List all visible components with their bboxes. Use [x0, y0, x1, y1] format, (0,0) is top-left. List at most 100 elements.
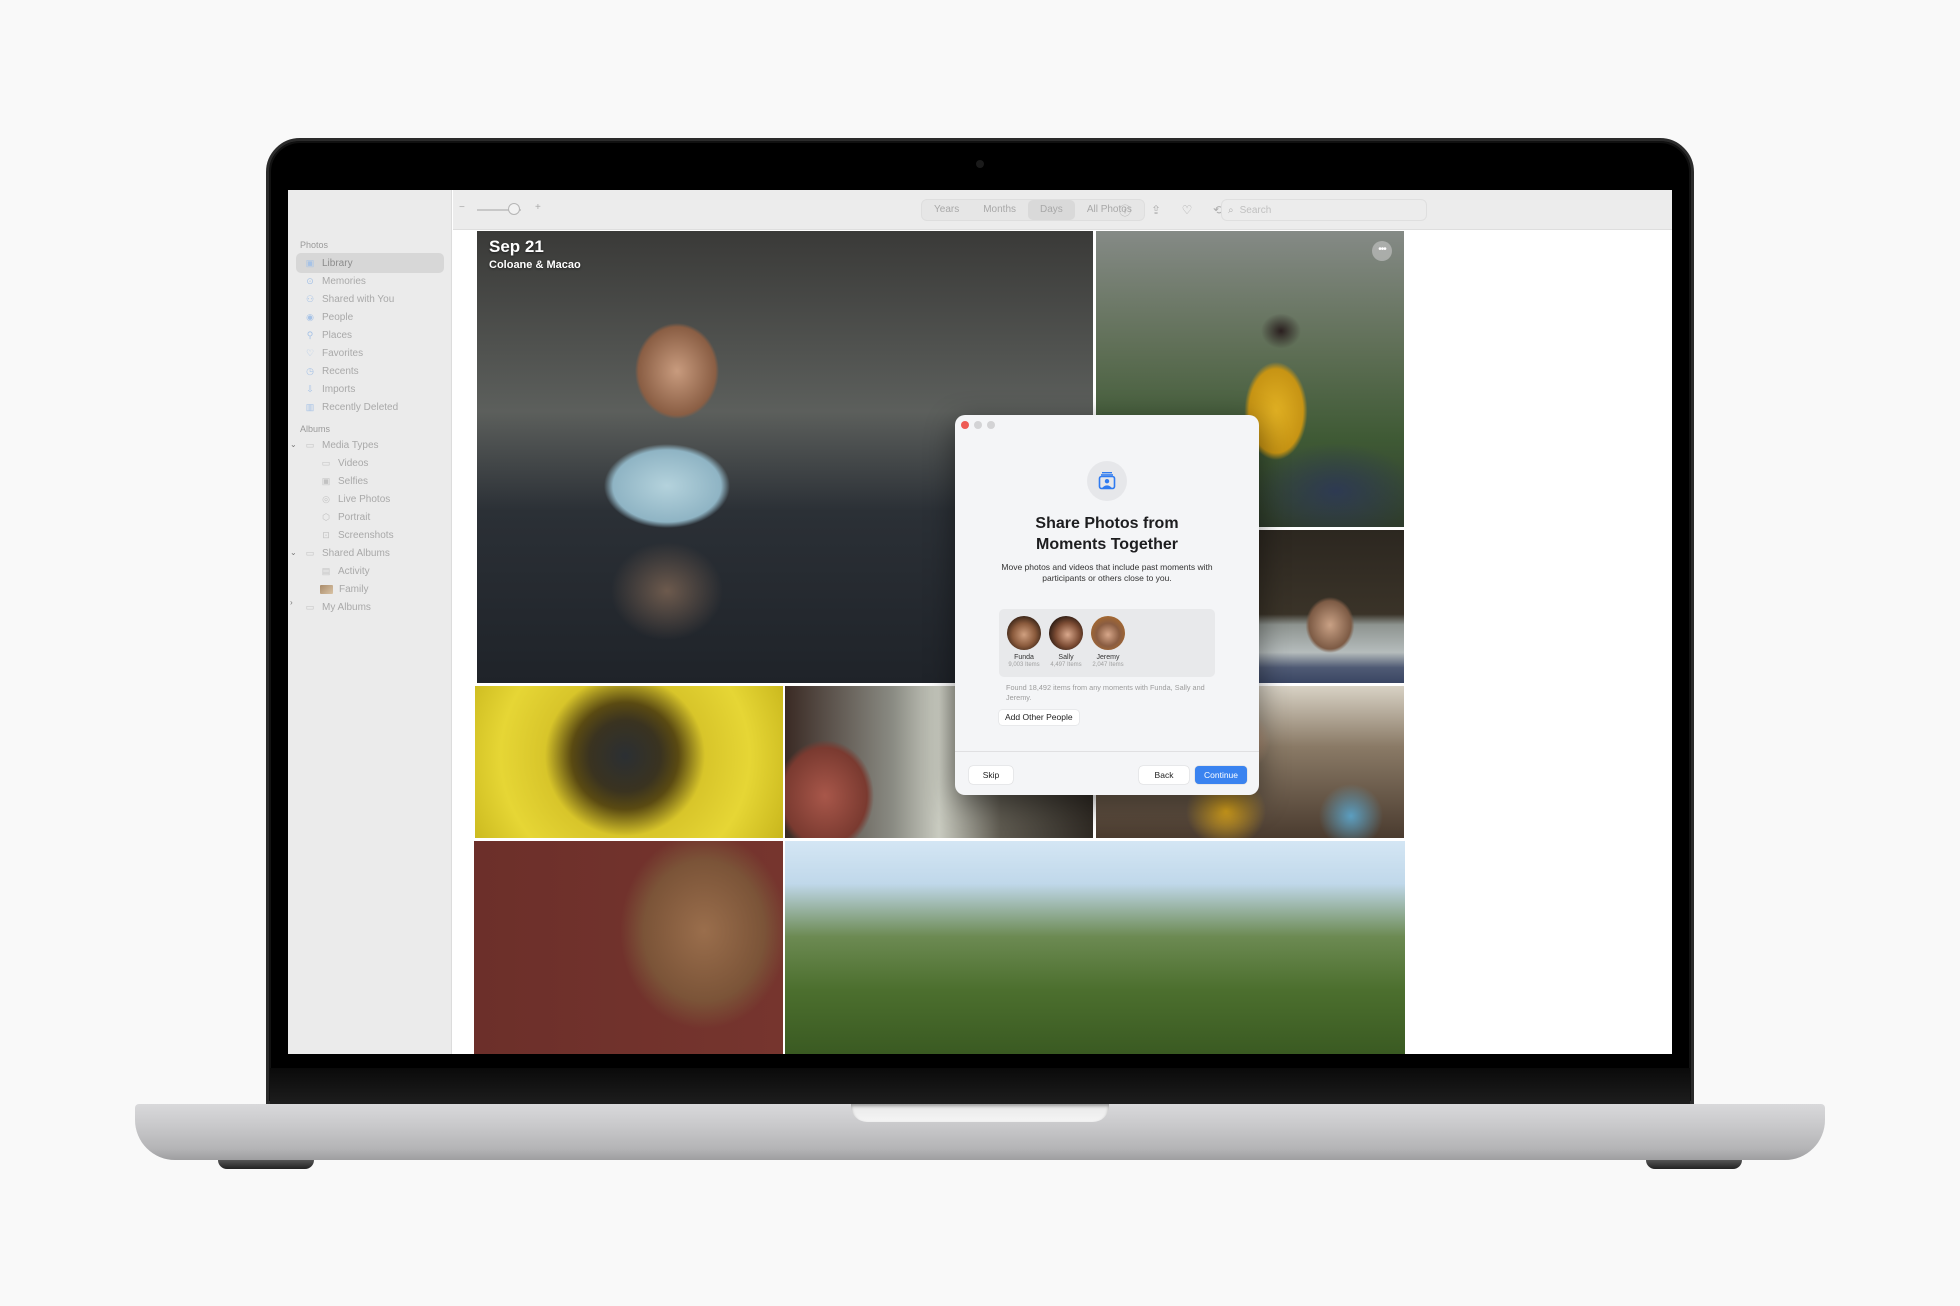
participants-list: Funda 9,003 Items Sally 4,497 Items Jere… — [999, 609, 1215, 677]
sidebar-item-portrait[interactable]: ⬡ Portrait — [296, 507, 444, 527]
activity-icon: ▤ — [321, 565, 331, 576]
sidebar-item-label: Live Photos — [338, 493, 391, 505]
import-icon: ⇩ — [306, 383, 314, 394]
chevron-right-icon[interactable]: › — [290, 598, 293, 607]
sidebar: Photos ▣ Library ⊙ Memories ⚇ Shared wit… — [288, 190, 452, 1054]
video-icon: ▭ — [321, 457, 331, 468]
live-photo-icon: ◎ — [322, 493, 330, 504]
search-placeholder: Search — [1239, 204, 1272, 216]
avatar — [1007, 616, 1041, 650]
more-button[interactable]: ••• — [1372, 241, 1392, 261]
screenshot-icon: ⊡ — [322, 529, 330, 540]
info-icon[interactable]: ⓘ — [1117, 202, 1133, 218]
heart-icon[interactable]: ♡ — [1179, 202, 1195, 218]
zoom-slider[interactable]: − + — [459, 190, 541, 230]
photo-tile-girl-window[interactable] — [1250, 530, 1404, 683]
sidebar-item-label: Places — [322, 329, 353, 341]
dialog-description: Move photos and videos that include past… — [1001, 562, 1213, 583]
sidebar-item-recently-deleted[interactable]: ▥ Recently Deleted — [296, 397, 444, 417]
sidebar-item-label: Recently Deleted — [322, 401, 399, 413]
trash-icon: ▥ — [305, 401, 315, 412]
lid-notch — [851, 1104, 1109, 1122]
sidebar-item-my-albums[interactable]: ▭ My Albums — [296, 597, 444, 617]
sidebar-item-label: Recents — [322, 365, 359, 377]
sidebar-item-imports[interactable]: ⇩ Imports — [296, 379, 444, 399]
photo-tile-sunflower[interactable] — [475, 686, 783, 838]
tab-months[interactable]: Months — [971, 200, 1028, 220]
minimize-button[interactable] — [974, 421, 982, 429]
zoom-button[interactable] — [987, 421, 995, 429]
dialog-title: Share Photos from Moments Together — [955, 513, 1259, 555]
sidebar-item-live-photos[interactable]: ◎ Live Photos — [296, 489, 444, 509]
sidebar-item-label: Family — [339, 583, 369, 595]
sidebar-item-label: My Albums — [322, 601, 371, 613]
search-icon: ⌕ — [1228, 204, 1234, 216]
participant-name: Sally — [1058, 654, 1074, 661]
participant-item[interactable]: Funda 9,003 Items — [1004, 616, 1044, 668]
sidebar-item-memories[interactable]: ⊙ Memories — [296, 271, 444, 291]
portrait-icon: ⬡ — [322, 511, 330, 522]
sidebar-item-label: Videos — [338, 457, 369, 469]
skip-button[interactable]: Skip — [969, 766, 1013, 784]
participant-name: Funda — [1014, 654, 1034, 661]
heart-icon: ♡ — [305, 347, 315, 358]
shared-with-you-icon: ⚇ — [305, 293, 315, 304]
close-button[interactable] — [961, 421, 969, 429]
tab-years[interactable]: Years — [922, 200, 971, 220]
zoom-slider-knob[interactable] — [508, 203, 521, 215]
people-icon: ◉ — [306, 311, 314, 322]
sidebar-item-label: Portrait — [338, 511, 371, 523]
sidebar-item-selfies[interactable]: ▣ Selfies — [296, 471, 444, 491]
share-moments-dialog: Share Photos from Moments Together Move … — [955, 415, 1259, 795]
dialog-title-line1: Share Photos from — [1035, 515, 1179, 532]
sidebar-item-library[interactable]: ▣ Library — [296, 253, 444, 273]
sidebar-item-activity[interactable]: ▤ Activity — [296, 561, 444, 581]
dialog-divider — [955, 751, 1259, 752]
participant-name: Jeremy — [1096, 654, 1120, 661]
participant-item[interactable]: Jeremy 2,047 Items — [1088, 616, 1128, 668]
laptop-foot-left — [218, 1160, 314, 1169]
sidebar-item-label: Activity — [338, 565, 370, 577]
tab-days[interactable]: Days — [1028, 200, 1075, 220]
shared-folder-icon: ▭ — [305, 547, 315, 558]
screen: Photos ▣ Library ⊙ Memories ⚇ Shared wit… — [288, 190, 1672, 1054]
sidebar-item-label: People — [322, 311, 354, 323]
participant-item[interactable]: Sally 4,497 Items — [1046, 616, 1086, 668]
shared-library-glyph — [1098, 472, 1116, 490]
sidebar-section-albums: Albums — [300, 424, 331, 434]
zoom-in-icon[interactable]: + — [535, 202, 541, 213]
zoom-out-icon[interactable]: − — [459, 202, 465, 213]
sidebar-item-label: Favorites — [322, 347, 364, 359]
sidebar-item-label: Memories — [322, 275, 366, 287]
sidebar-item-favorites[interactable]: ♡ Favorites — [296, 343, 444, 363]
photo-grid: Sep 21 Coloane & Macao ••• Share Photos … — [453, 231, 1672, 1054]
sidebar-section-photos: Photos — [300, 240, 329, 250]
sidebar-item-family[interactable]: Family — [296, 579, 444, 599]
tab-all-photos[interactable]: All Photos — [1075, 200, 1144, 220]
sidebar-item-media-types[interactable]: ▭ Media Types — [296, 435, 444, 455]
back-button[interactable]: Back — [1139, 766, 1189, 784]
photo-tile-pine-forest[interactable] — [785, 841, 1405, 1054]
sidebar-item-label: Shared with You — [322, 293, 395, 305]
sidebar-item-shared-with-you[interactable]: ⚇ Shared with You — [296, 289, 444, 309]
sidebar-item-people[interactable]: ◉ People — [296, 307, 444, 327]
date-title: Sep 21 — [489, 237, 544, 256]
add-other-people-button[interactable]: Add Other People — [999, 710, 1079, 725]
sidebar-item-screenshots[interactable]: ⊡ Screenshots — [296, 525, 444, 545]
memories-icon: ⊙ — [306, 275, 314, 286]
sidebar-item-places[interactable]: ⚲ Places — [296, 325, 444, 345]
library-icon: ▣ — [305, 257, 315, 268]
laptop-chin — [270, 1068, 1690, 1104]
sidebar-item-recents[interactable]: ◷ Recents — [296, 361, 444, 381]
selfie-icon: ▣ — [321, 475, 331, 486]
sidebar-item-label: Selfies — [338, 475, 369, 487]
share-icon[interactable]: ⇪ — [1148, 202, 1164, 218]
view-segmented-control: Years Months Days All Photos — [921, 199, 1145, 221]
continue-button[interactable]: Continue — [1195, 766, 1247, 784]
location-label: Coloane & Macao — [489, 259, 581, 271]
sidebar-item-videos[interactable]: ▭ Videos — [296, 453, 444, 473]
clock-icon: ◷ — [306, 365, 314, 376]
search-input[interactable]: ⌕ Search — [1221, 199, 1427, 221]
photo-tile-hair[interactable] — [474, 841, 783, 1054]
sidebar-item-shared-albums[interactable]: ▭ Shared Albums — [296, 543, 444, 563]
